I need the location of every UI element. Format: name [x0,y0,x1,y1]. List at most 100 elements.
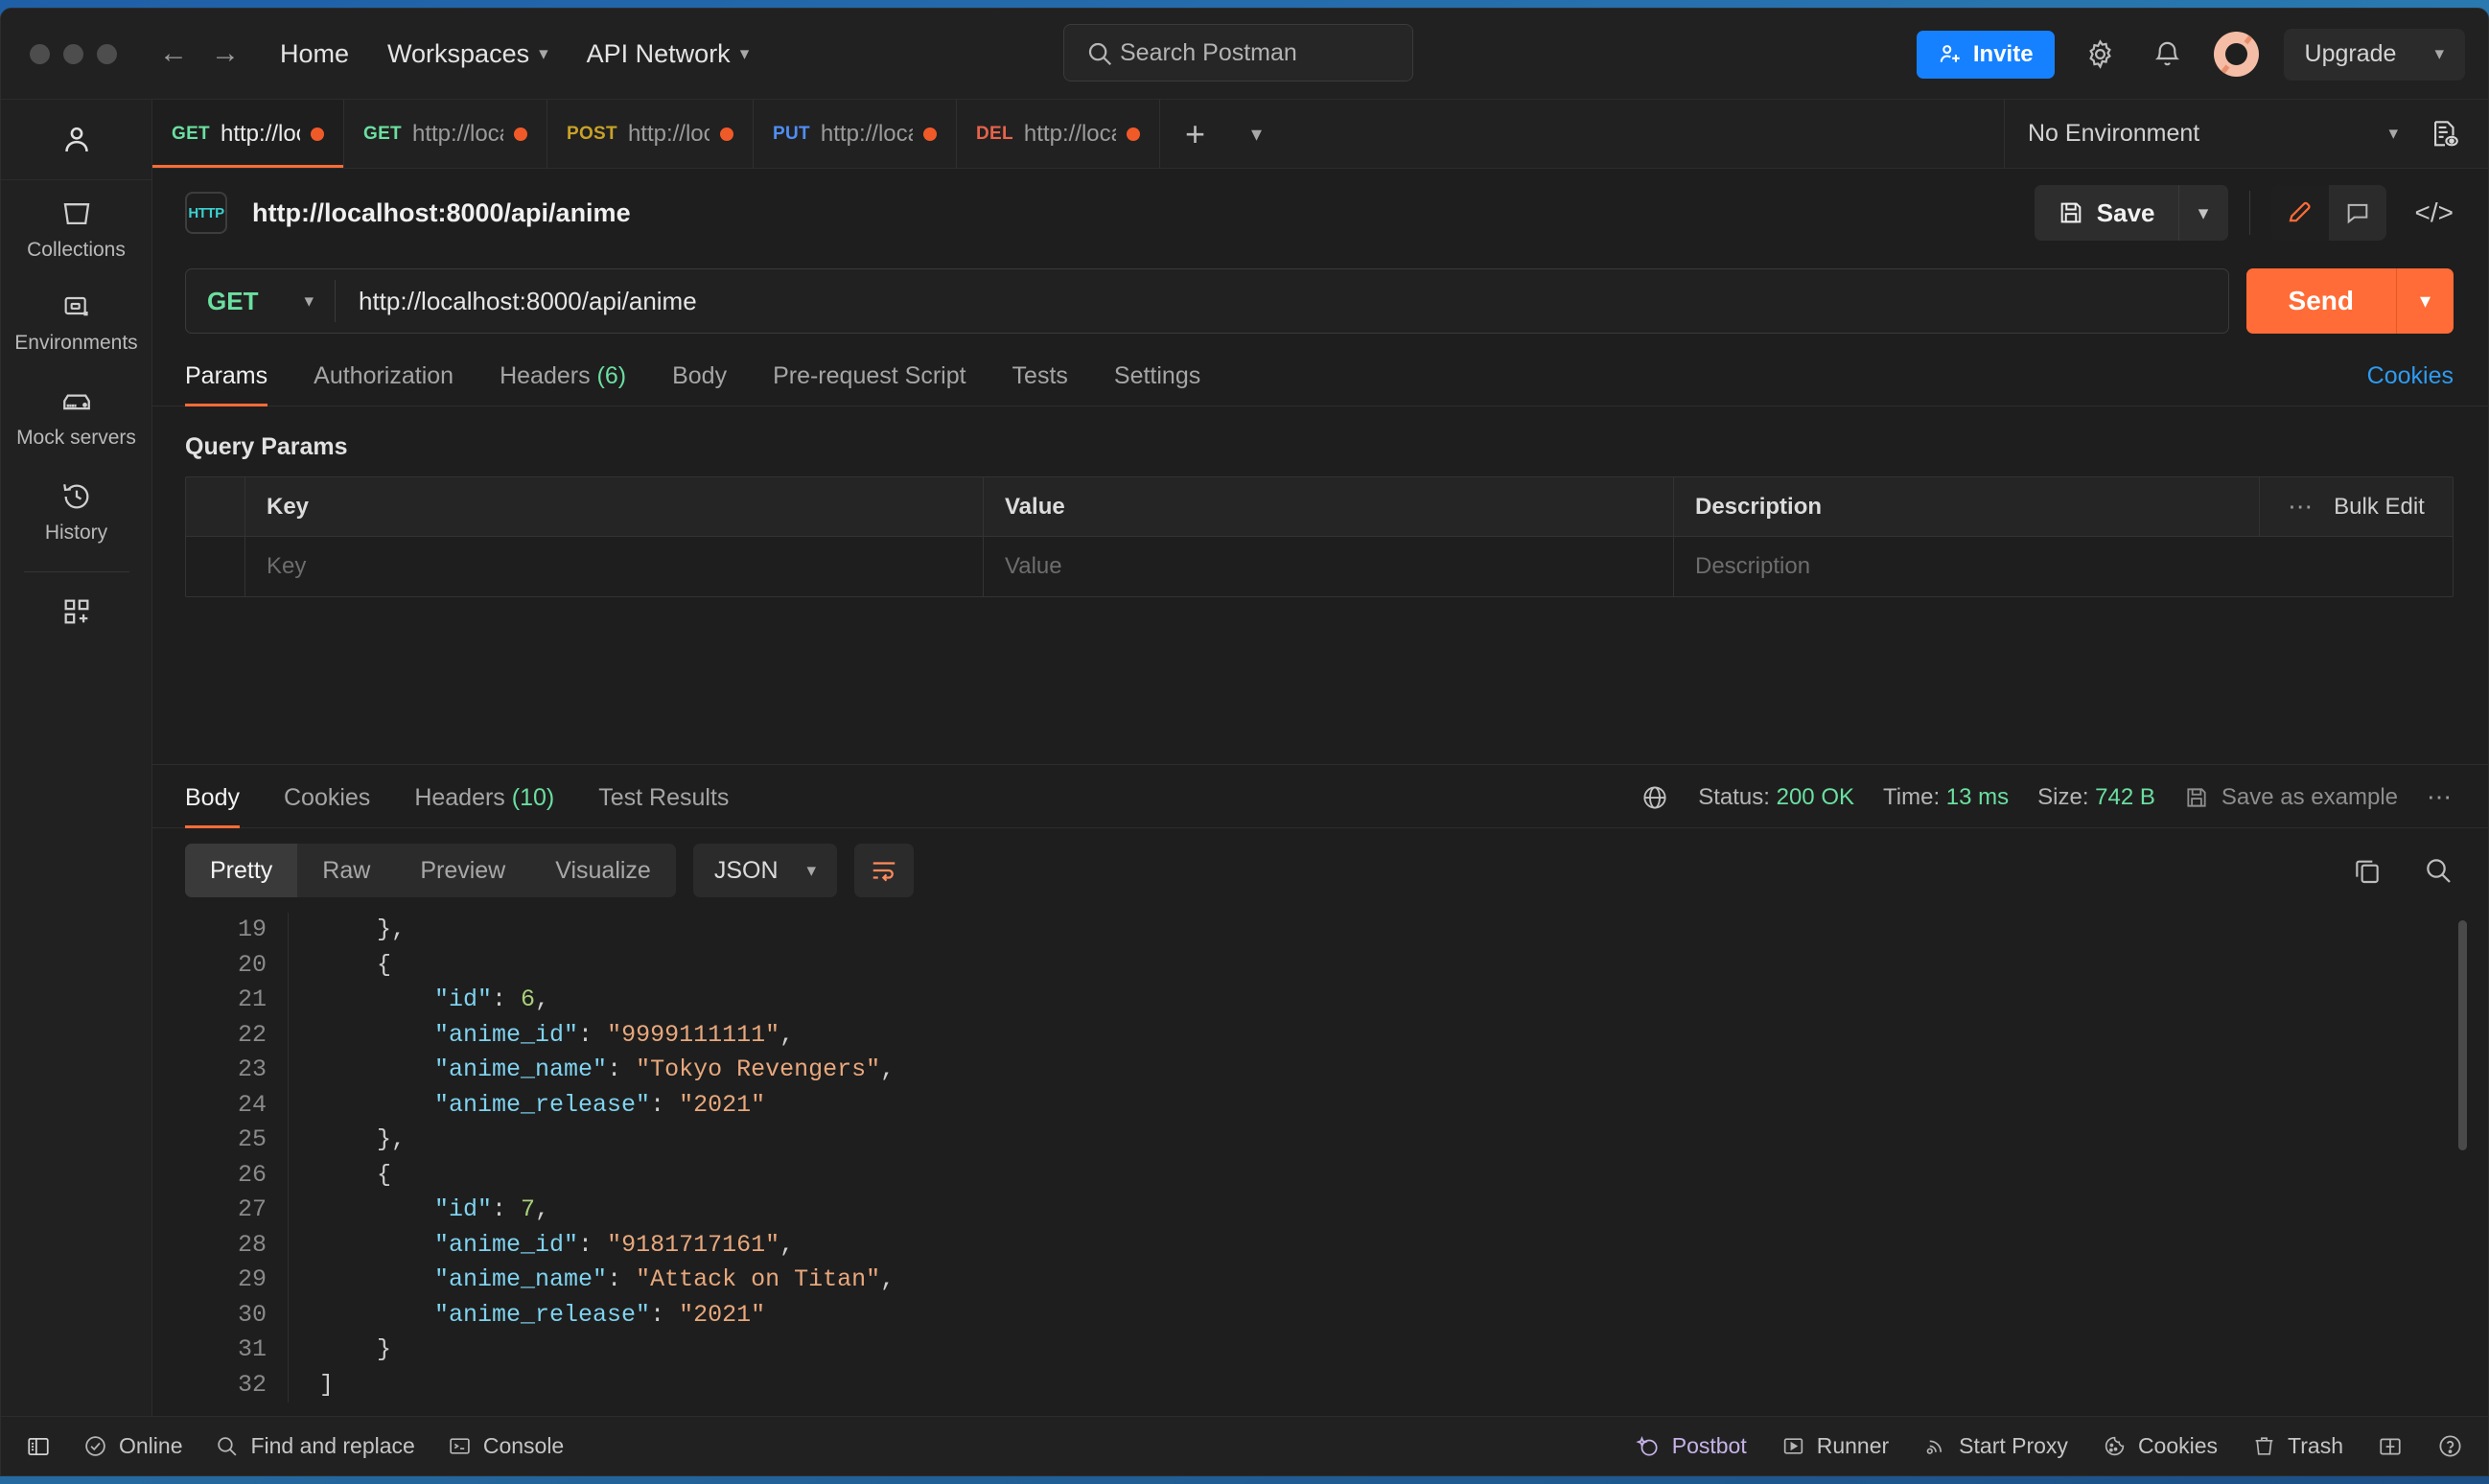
plus-icon[interactable]: + [1160,100,1230,168]
save-as-example-button[interactable]: Save as example [2184,784,2398,811]
query-params-title: Query Params [152,406,2488,476]
start-proxy-label: Start Proxy [1959,1433,2068,1459]
request-header-actions: Save ▾ [2035,185,2454,241]
minimize-window-button[interactable] [63,44,83,64]
avatar[interactable] [2214,32,2259,77]
runner-button[interactable]: Runner [1781,1433,1889,1459]
save-options-caret-icon[interactable]: ▾ [2178,185,2228,241]
sidebar-item-environments[interactable]: Environments [1,275,151,368]
divider [2249,191,2250,235]
request-tab[interactable]: PUT http://localhost:8000/ap [754,100,957,168]
column-header-description: Description [1695,494,1822,521]
workspaces-menu[interactable]: Workspaces ▾ [387,39,548,69]
request-tab[interactable]: DEL http://localhost:8000/ap [957,100,1160,168]
word-wrap-icon[interactable] [854,844,914,897]
bulk-edit-button[interactable]: ⋯ Bulk Edit [2259,477,2453,536]
window-controls[interactable] [1,44,117,64]
find-and-replace-button[interactable]: Find and replace [215,1433,414,1459]
comment-icon[interactable] [2329,185,2386,241]
close-window-button[interactable] [30,44,50,64]
select-all-cell[interactable] [186,477,245,536]
line-number-gutter: 1920212223242526272829303132 [185,913,289,1403]
sidebar-item-history[interactable]: History [1,463,151,558]
save-button[interactable]: Save [2035,185,2178,241]
upgrade-button[interactable]: Upgrade ▾ [2284,29,2465,81]
environment-selector[interactable]: No Environment ▾ [2028,120,2411,148]
view-mode-visualize[interactable]: Visualize [530,844,676,897]
view-mode-raw[interactable]: Raw [297,844,395,897]
check-circle-icon [83,1434,107,1458]
copy-icon[interactable] [2352,855,2383,886]
sidebar-new-button[interactable] [1,578,151,641]
code-line: }, [319,1123,2488,1158]
code-token: "2021" [679,1301,765,1329]
ellipsis-icon[interactable]: ⋯ [2288,492,2315,522]
tab-headers[interactable]: Headers (6) [500,362,626,406]
response-body-code[interactable]: }, { "id": 6, "anime_id": "9999111111", … [289,913,2488,1403]
vertical-scrollbar[interactable] [2458,920,2467,1150]
cookies-button[interactable]: Cookies [2103,1433,2218,1459]
chevron-down-icon[interactable]: ▾ [1230,100,1283,168]
search-input[interactable]: Search Postman [1063,24,1413,81]
arrow-right-icon[interactable]: → [211,39,240,68]
panel-toggle-icon[interactable] [26,1434,51,1459]
method-selector[interactable]: GET ▾ [186,269,335,333]
send-button[interactable]: Send [2246,268,2396,334]
eye-document-icon[interactable] [2411,118,2488,151]
tab-settings[interactable]: Settings [1114,362,1200,406]
response-tab-cookies[interactable]: Cookies [284,784,370,827]
response-body-viewer[interactable]: 1920212223242526272829303132 }, { "id": … [152,913,2488,1416]
console-button[interactable]: Console [448,1433,564,1459]
environment-label: No Environment [2028,120,2199,148]
table-row[interactable]: Key Value Description [186,537,2453,596]
code-brackets-icon[interactable]: </> [2415,197,2454,228]
help-circle-icon[interactable] [2437,1433,2463,1459]
row-checkbox-cell[interactable] [186,537,245,596]
response-format-selector[interactable]: JSON ▾ [693,844,837,897]
value-input[interactable]: Value [1005,553,1062,580]
view-mode-pretty[interactable]: Pretty [185,844,297,897]
postbot-button[interactable]: Postbot [1636,1433,1747,1459]
line-number: 31 [185,1333,267,1368]
tab-tests[interactable]: Tests [1012,362,1068,406]
gear-icon[interactable] [2080,34,2122,76]
line-number: 26 [185,1158,267,1194]
tab-params[interactable]: Params [185,362,268,406]
tab-label: Settings [1114,362,1200,389]
user-icon [59,123,94,157]
home-link[interactable]: Home [280,39,349,69]
response-tab-headers[interactable]: Headers (10) [414,784,554,827]
url-input[interactable]: http://localhost:8000/api/anime [336,287,697,316]
maximize-window-button[interactable] [97,44,117,64]
invite-button[interactable]: Invite [1917,31,2055,79]
cookies-link[interactable]: Cookies [2367,362,2454,406]
description-input[interactable]: Description [1695,553,1810,580]
line-number: 25 [185,1123,267,1158]
start-proxy-button[interactable]: Start Proxy [1923,1433,2068,1459]
search-icon[interactable] [2423,855,2454,886]
response-tab-test-results[interactable]: Test Results [598,784,729,827]
tab-pre-request-script[interactable]: Pre-request Script [773,362,965,406]
request-tab[interactable]: GET http://localhost:8000/ap [152,100,344,168]
sidebar-item-mock-servers[interactable]: Mock servers [1,368,151,463]
status-online[interactable]: Online [83,1433,182,1459]
send-options-caret-icon[interactable]: ▾ [2396,268,2454,334]
arrow-left-icon[interactable]: ← [159,39,188,68]
trash-button[interactable]: Trash [2252,1433,2343,1459]
request-tab[interactable]: GET http://localhost:8000/ap [344,100,547,168]
pencil-icon[interactable] [2271,185,2329,241]
sidebar-item-collections[interactable]: Collections [1,180,151,275]
key-input[interactable]: Key [267,553,306,580]
code-token: "anime_name" [319,1265,607,1293]
tab-authorization[interactable]: Authorization [314,362,454,406]
request-tab[interactable]: POST http://localhost:8000/a [547,100,754,168]
ellipsis-icon[interactable]: ⋯ [2427,782,2454,812]
response-toolbar: Pretty Raw Preview Visualize JSON ▾ [152,828,2488,913]
response-tab-body[interactable]: Body [185,784,240,827]
tab-body[interactable]: Body [672,362,727,406]
sidebar-profile[interactable] [1,100,151,180]
api-network-menu[interactable]: API Network ▾ [587,39,750,69]
view-mode-preview[interactable]: Preview [395,844,530,897]
layout-icon[interactable] [2378,1434,2403,1459]
bell-icon[interactable] [2147,34,2189,76]
